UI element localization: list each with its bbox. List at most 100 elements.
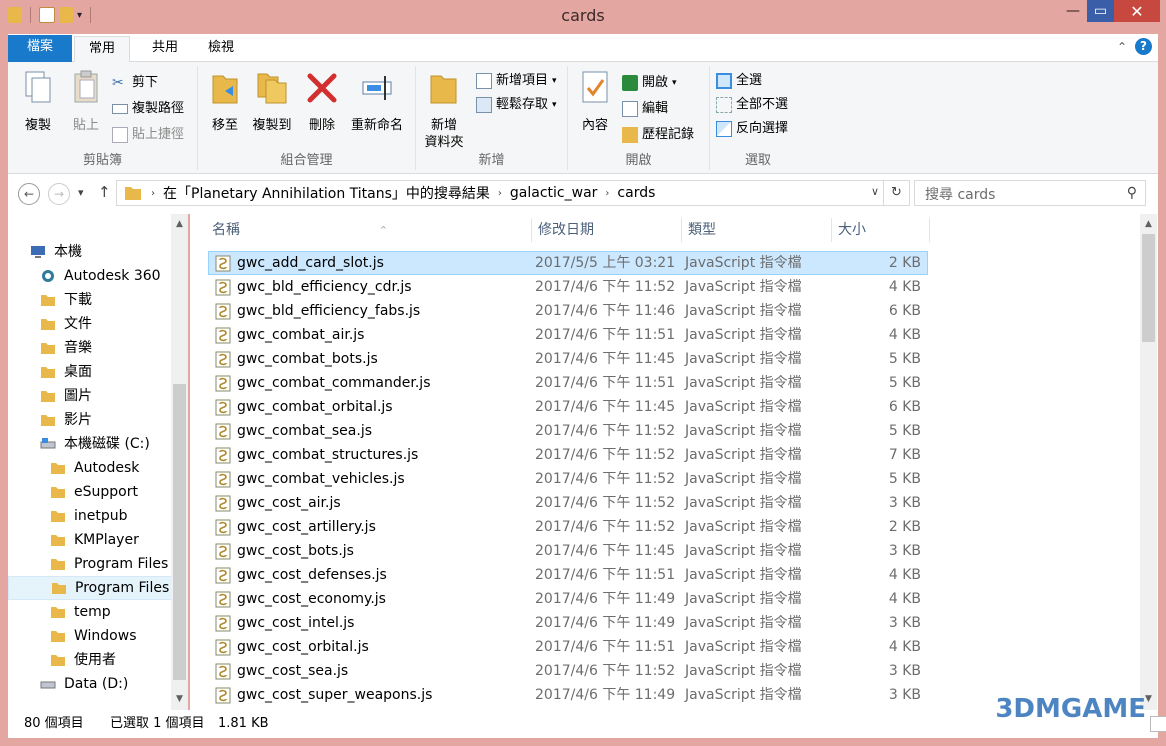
file-size: 6 KB [888,399,921,415]
select-none-button[interactable]: 全部不選 [716,94,788,116]
file-row[interactable]: gwc_cost_bots.js 2017/4/6 下午 11:45 JavaScr… [208,539,928,563]
nav-item[interactable]: 圖片 [8,384,172,408]
nav-item[interactable]: 桌面 [8,360,172,384]
select-none-icon [716,97,732,113]
nav-item[interactable]: 影片 [8,408,172,432]
properties-button[interactable]: 內容 [574,70,616,134]
nav-item[interactable]: Program Files (x86) [8,576,172,600]
tab-share[interactable]: 共用 [138,36,192,62]
tab-home[interactable]: 常用 [74,36,130,63]
address-dropdown-icon[interactable]: ∨ [871,185,879,198]
nav-item[interactable]: Data (D:) [8,672,172,696]
nav-item[interactable]: inetpub [8,504,172,528]
file-row[interactable]: gwc_bld_efficiency_fabs.js 2017/4/6 下午 11… [208,299,928,323]
nav-item[interactable]: 音樂 [8,336,172,360]
scrollbar-thumb[interactable] [1142,234,1155,342]
recent-locations-button[interactable]: ▾ [78,186,84,199]
nav-item-label: eSupport [74,484,138,500]
file-row[interactable]: gwc_combat_sea.js 2017/4/6 下午 11:52 JavaSc… [208,419,928,443]
help-icon[interactable]: ? [1135,38,1152,55]
file-name: gwc_cost_bots.js [237,543,354,559]
nav-item[interactable]: 本機磁碟 (C:) [8,432,172,456]
nav-item[interactable]: 文件 [8,312,172,336]
file-list-scrollbar[interactable]: ▲ ▼ [1140,214,1157,710]
minimize-button[interactable]: — [1059,0,1087,22]
paste-shortcut-button[interactable]: 貼上捷徑 [112,124,184,146]
cut-button[interactable]: ✂ 剪下 [112,72,158,94]
group-clipboard: 複製 貼上 ✂ 剪下 複製路徑 貼上捷徑 剪貼簿 [8,66,198,170]
invert-selection-button[interactable]: 反向選擇 [716,118,788,140]
scroll-down-icon[interactable]: ▼ [171,691,188,708]
copy-button[interactable]: 複製 [16,70,60,134]
nav-item[interactable]: Windows [8,624,172,648]
column-header-name[interactable]: 名稱 ^ [206,218,532,242]
file-size: 5 KB [888,375,921,391]
file-row[interactable]: gwc_combat_orbital.js 2017/4/6 下午 11:45 Ja… [208,395,928,419]
rename-button[interactable]: 重新命名 [346,70,408,134]
nav-item[interactable]: 使用者 [8,648,172,672]
navigation-scrollbar[interactable]: ▲ ▼ [171,214,188,710]
file-row[interactable]: gwc_cost_sea.js 2017/4/6 下午 11:52 JavaScri… [208,659,928,683]
delete-button[interactable]: 刪除 [302,70,342,134]
search-icon[interactable]: ⚲ [1127,185,1137,201]
file-row[interactable]: gwc_add_card_slot.js 2017/5/5 上午 03:21 Jav… [208,251,928,275]
new-folder-button[interactable]: 新增 資料夾 [422,70,466,151]
history-button[interactable]: 歷程記錄 [622,124,694,146]
scroll-up-icon[interactable]: ▲ [1140,216,1157,233]
file-row[interactable]: gwc_combat_bots.js 2017/4/6 下午 11:45 JavaS… [208,347,928,371]
maximize-button[interactable]: ▭ [1087,0,1114,22]
file-name: gwc_combat_vehicles.js [237,471,405,487]
file-row[interactable]: gwc_cost_super_weapons.js 2017/4/6 下午 11:… [208,683,928,707]
column-header-size[interactable]: 大小 [832,218,930,242]
select-all-button[interactable]: 全選 [716,70,762,92]
file-row[interactable]: gwc_combat_structures.js 2017/4/6 下午 11:5… [208,443,928,467]
file-row[interactable]: gwc_cost_orbital.js 2017/4/6 下午 11:51 Java… [208,635,928,659]
file-row[interactable]: gwc_combat_vehicles.js 2017/4/6 下午 11:52 J… [208,467,928,491]
move-to-button[interactable]: 移至 [204,70,246,134]
file-row[interactable]: gwc_combat_commander.js 2017/4/6 下午 11:51… [208,371,928,395]
copy-path-button[interactable]: 複製路徑 [112,98,184,120]
nav-item[interactable]: 本機 [8,240,172,264]
file-row[interactable]: gwc_cost_defenses.js 2017/4/6 下午 11:51 Jav… [208,563,928,587]
close-button[interactable]: ✕ [1114,0,1160,22]
edit-button[interactable]: 編輯 [622,98,668,120]
file-row[interactable]: gwc_combat_air.js 2017/4/6 下午 11:51 JavaSc… [208,323,928,347]
breadcrumb-galactic-war[interactable]: galactic_war [506,185,602,201]
file-row[interactable]: gwc_cost_artillery.js 2017/4/6 下午 11:52 Ja… [208,515,928,539]
file-type: JavaScript 指令檔 [685,303,802,319]
column-header-date[interactable]: 修改日期 [532,218,682,242]
search-input[interactable]: 搜尋 cards ⚲ [914,180,1146,206]
column-header-type[interactable]: 類型 [682,218,832,242]
nav-item[interactable]: Autodesk [8,456,172,480]
easy-access-button[interactable]: 輕鬆存取 ▾ [476,94,557,116]
large-icons-view-icon[interactable] [1150,716,1166,732]
file-row[interactable]: gwc_cost_economy.js 2017/4/6 下午 11:49 Java… [208,587,928,611]
up-button[interactable]: ↑ [98,183,111,201]
new-item-button[interactable]: 新增項目 ▾ [476,70,557,92]
nav-item[interactable]: temp [8,600,172,624]
file-row[interactable]: gwc_cost_air.js 2017/4/6 下午 11:52 JavaScri… [208,491,928,515]
forward-button[interactable]: → [48,183,70,205]
breadcrumb-cards[interactable]: cards [613,185,659,201]
scrollbar-thumb[interactable] [173,384,186,680]
file-row[interactable]: gwc_cost_intel.js 2017/4/6 下午 11:49 JavaSc… [208,611,928,635]
open-button[interactable]: 開啟 ▾ [622,72,677,94]
back-button[interactable]: ← [18,183,40,205]
nav-item[interactable]: Program Files [8,552,172,576]
breadcrumb-search-results[interactable]: 在「Planetary Annihilation Titans」中的搜尋結果 [159,183,494,203]
nav-item[interactable]: Autodesk 360 [8,264,172,288]
scroll-up-icon[interactable]: ▲ [171,216,188,233]
address-bar[interactable]: › 在「Planetary Annihilation Titans」中的搜尋結果… [116,180,910,206]
nav-item[interactable]: eSupport [8,480,172,504]
collapse-ribbon-icon[interactable]: ⌃ [1117,40,1127,54]
file-row[interactable]: gwc_bld_efficiency_cdr.js 2017/4/6 下午 11:… [208,275,928,299]
paste-button[interactable]: 貼上 [64,70,108,134]
copy-to-button[interactable]: 複製到 [248,70,296,134]
nav-item[interactable]: KMPlayer [8,528,172,552]
paste-icon [74,70,98,103]
refresh-icon[interactable]: ↻ [883,181,909,205]
tab-view[interactable]: 檢視 [194,36,248,62]
tab-file[interactable]: 檔案 [8,35,72,62]
nav-item[interactable]: 下載 [8,288,172,312]
folder-icon [41,343,55,354]
